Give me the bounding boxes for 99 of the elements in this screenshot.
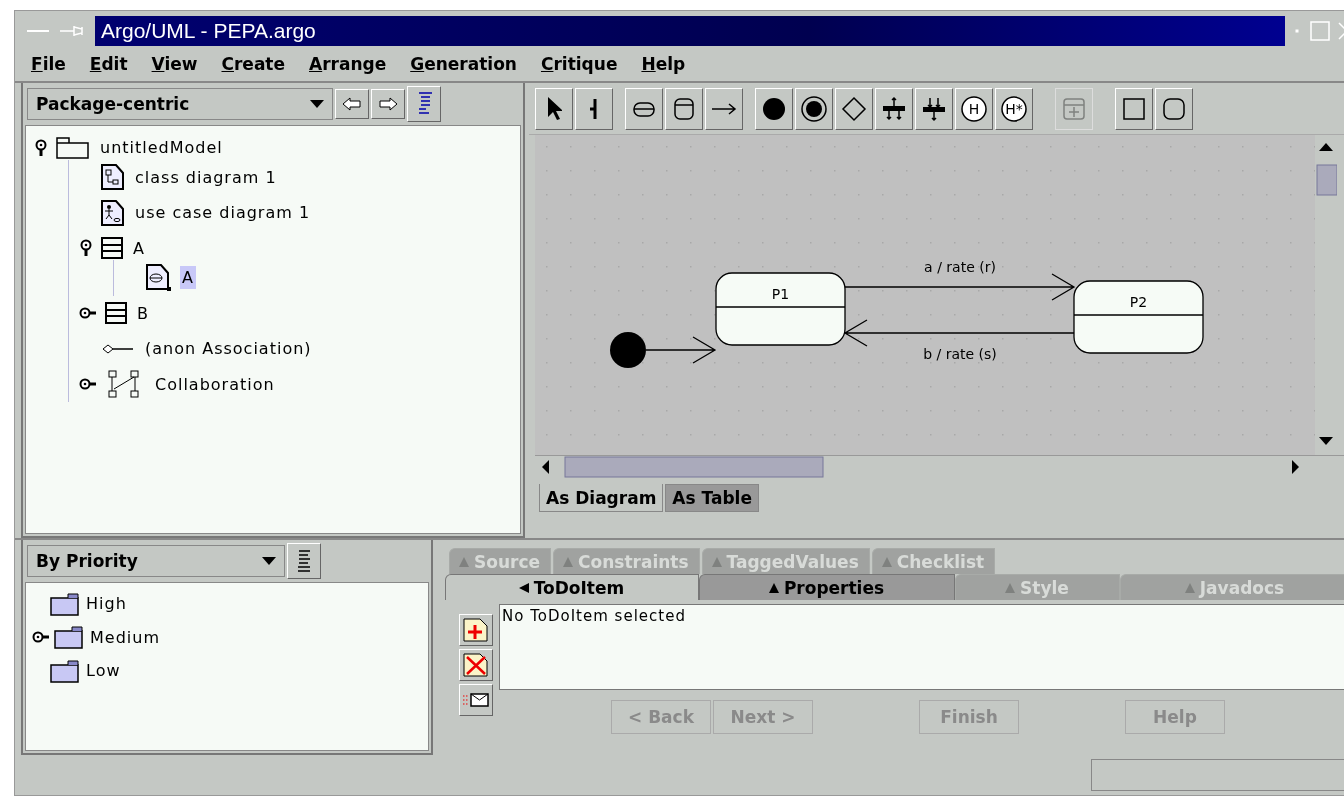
tree-item[interactable]: (anon Association) — [143, 337, 314, 361]
tree-item[interactable]: Medium — [88, 625, 162, 649]
choice-icon — [840, 95, 868, 123]
forward-button[interactable] — [371, 89, 405, 119]
tree-item[interactable]: class diagram 1 — [133, 165, 279, 189]
class-icon — [101, 237, 123, 260]
fork-icon — [880, 95, 908, 123]
tree-toggle-icon[interactable] — [79, 306, 97, 321]
transition-icon — [711, 102, 737, 116]
history-tool-button[interactable]: H* — [995, 88, 1033, 130]
triangle-icon — [880, 555, 893, 568]
menu-item[interactable]: Critique — [540, 54, 618, 74]
todo-description-text: No ToDoItem selected — [499, 604, 1344, 690]
synch-icon — [1060, 95, 1088, 123]
composite-state-tool-button[interactable] — [665, 88, 703, 130]
menu-item[interactable]: Edit — [89, 54, 128, 74]
tree-item[interactable]: untitledModel — [98, 136, 225, 160]
initial-tool-button[interactable] — [755, 88, 793, 130]
select-icon — [546, 96, 562, 122]
tree-item[interactable]: use case diagram 1 — [133, 201, 313, 225]
menu-item[interactable]: Create — [221, 54, 285, 74]
state-node[interactable]: P1 — [715, 272, 846, 346]
final-tool-button[interactable] — [795, 88, 833, 130]
usecase-diagram-icon — [101, 199, 125, 226]
tree-item[interactable]: Collaboration — [153, 372, 277, 396]
details-tab[interactable]: ToDoItem — [445, 574, 699, 600]
window-title: Argo/UML - PEPA.argo — [95, 15, 1285, 46]
tree-item[interactable]: B — [135, 301, 151, 325]
tree-toggle-icon[interactable] — [79, 239, 93, 258]
tree-settings-button[interactable] — [407, 86, 441, 122]
tree-toggle-icon[interactable] — [32, 630, 50, 645]
folder-icon — [54, 625, 84, 650]
final-icon — [800, 95, 828, 123]
broom-tool-button[interactable] — [575, 88, 613, 130]
triangle-icon — [1004, 581, 1017, 594]
state-diagram-icon — [146, 263, 172, 292]
join-icon — [920, 95, 948, 123]
transition-label: b / rate (s) — [923, 346, 997, 362]
dropdown-caret-icon — [310, 99, 324, 109]
email-button[interactable] — [459, 684, 493, 716]
transition-arrow[interactable] — [645, 336, 717, 364]
rectangle-tool-button[interactable] — [1115, 88, 1153, 130]
triangle-icon — [458, 555, 470, 568]
perspective-dropdown[interactable]: Package-centric — [27, 88, 333, 120]
class-diagram-icon — [101, 164, 125, 191]
rounded-rectangle-icon — [1160, 95, 1188, 123]
transition-arrow[interactable] — [844, 273, 1076, 301]
left-arrow-icon — [342, 96, 362, 112]
view-tab[interactable]: As Diagram — [539, 484, 664, 512]
triangle-icon — [562, 555, 575, 568]
view-tab[interactable]: As Table — [665, 484, 759, 512]
grouping-dropdown[interactable]: By Priority — [27, 545, 285, 577]
right-arrow-icon — [378, 96, 398, 112]
tree-item[interactable]: Low — [84, 659, 123, 683]
triangle-icon — [710, 555, 723, 568]
tree-item[interactable]: A — [180, 266, 196, 290]
note-cross-icon — [462, 652, 490, 678]
association-icon — [101, 342, 135, 355]
menu-item[interactable]: Generation — [410, 54, 517, 74]
tab-label[interactable]: ToDoItem — [533, 577, 625, 598]
dropdown-caret-icon — [262, 556, 276, 566]
history-icon: H — [960, 95, 988, 123]
tree-settings-button[interactable] — [287, 543, 321, 579]
folder-icon — [50, 591, 80, 616]
history-tool-button[interactable]: H — [955, 88, 993, 130]
resolve-todo-button[interactable] — [459, 649, 493, 681]
transition-arrow[interactable] — [843, 319, 1075, 347]
state-node[interactable]: P2 — [1073, 280, 1204, 354]
simple-state-tool-button[interactable] — [625, 88, 663, 130]
triangle-icon — [1183, 581, 1196, 594]
initial-icon — [760, 95, 788, 123]
back-button[interactable] — [335, 89, 369, 119]
folder-icon — [50, 658, 80, 683]
select-tool-button[interactable] — [535, 88, 573, 130]
new-todo-button[interactable] — [459, 614, 493, 646]
choice-tool-button[interactable] — [835, 88, 873, 130]
rectangle-icon — [1120, 95, 1148, 123]
tree-item[interactable]: A — [131, 236, 147, 260]
note-plus-icon — [462, 617, 490, 643]
fork-tool-button[interactable] — [875, 88, 913, 130]
tab-label[interactable]: Properties — [783, 577, 885, 598]
menu-item[interactable]: Arrange — [309, 54, 387, 74]
transition-label: a / rate (r) — [924, 259, 996, 275]
menu-item[interactable]: File — [31, 54, 66, 74]
menu-item[interactable]: Help — [641, 54, 686, 74]
folder-icon — [56, 136, 90, 159]
history-icon: H* — [1000, 95, 1028, 123]
tree-toggle-icon[interactable] — [79, 377, 97, 392]
left-triangle-icon — [517, 581, 530, 594]
tree-toggle-icon[interactable] — [34, 138, 48, 157]
details-tab[interactable]: Properties — [699, 574, 955, 600]
class-icon — [105, 302, 127, 325]
triangle-icon — [767, 581, 780, 594]
transition-tool-button[interactable] — [705, 88, 743, 130]
menu-item[interactable]: View — [151, 54, 198, 74]
tree-item[interactable]: High — [84, 592, 129, 616]
initial-state-node[interactable] — [610, 332, 646, 368]
join-tool-button[interactable] — [915, 88, 953, 130]
rounded-rectangle-tool-button[interactable] — [1155, 88, 1193, 130]
